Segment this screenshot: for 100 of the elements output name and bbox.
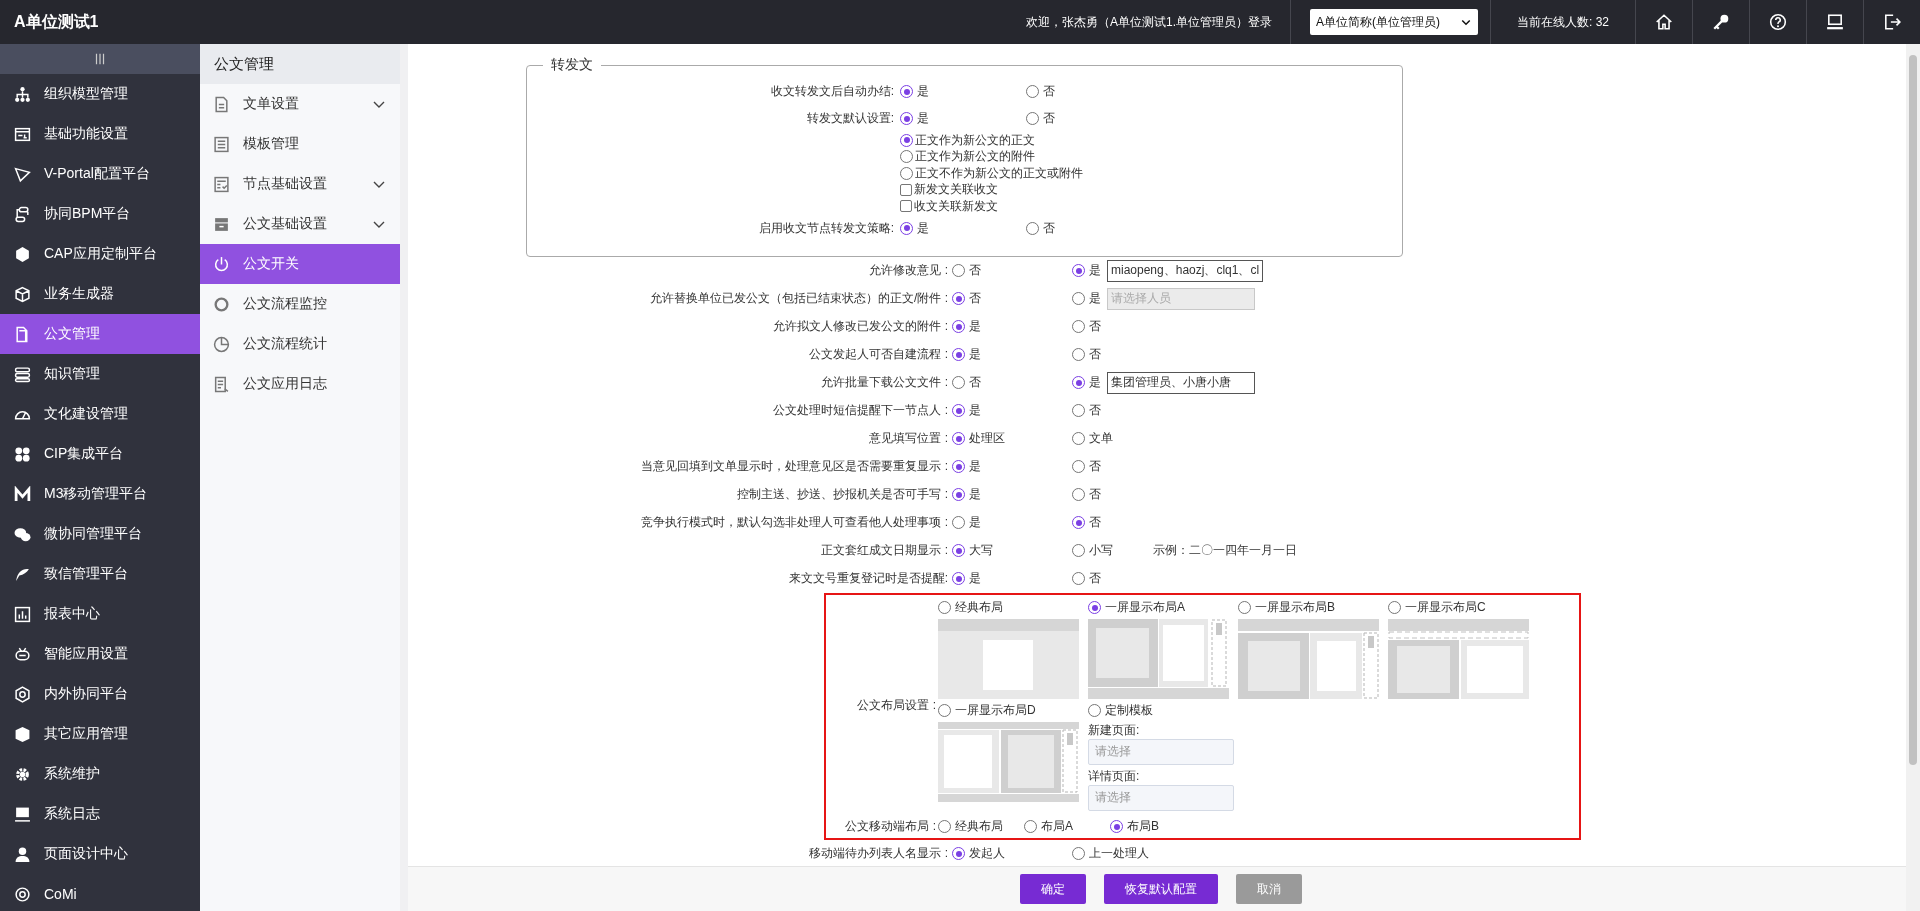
action-button[interactable]: 恢复默认配置 bbox=[1104, 874, 1218, 904]
radio-button[interactable] bbox=[1088, 601, 1101, 614]
radio-label: 一屏显示布局B bbox=[1255, 599, 1335, 616]
setting-label: 意见填写位置 : bbox=[868, 430, 948, 447]
sidebar-item[interactable]: CoMi bbox=[0, 874, 200, 911]
radio-button[interactable] bbox=[952, 572, 965, 585]
radio-button[interactable] bbox=[1072, 292, 1085, 305]
radio-button[interactable] bbox=[952, 348, 965, 361]
sidebar-item[interactable]: 其它应用管理 bbox=[0, 714, 200, 754]
radio-button[interactable] bbox=[938, 820, 951, 833]
sidebar-item[interactable]: 微协同管理平台 bbox=[0, 514, 200, 554]
radio-button[interactable] bbox=[1072, 488, 1085, 501]
radio-button[interactable] bbox=[1088, 704, 1101, 717]
people-field[interactable]: miaopeng、haozj、clq1、cl bbox=[1107, 259, 1264, 282]
sidebar-item[interactable]: CIP集成平台 bbox=[0, 434, 200, 474]
sidebar-item[interactable]: 智能应用设置 bbox=[0, 634, 200, 674]
field-label: 新建页面: bbox=[1088, 721, 1141, 739]
sidebar-item[interactable]: 页面设计中心 bbox=[0, 834, 200, 874]
submenu-item[interactable]: 模板管理 bbox=[200, 124, 400, 164]
sidebar-item[interactable]: 知识管理 bbox=[0, 354, 200, 394]
sidebar-item[interactable]: M3移动管理平台 bbox=[0, 474, 200, 514]
radio-button[interactable] bbox=[1072, 404, 1085, 417]
radio-button[interactable] bbox=[900, 112, 913, 125]
collapse-handle[interactable] bbox=[0, 44, 200, 74]
radio-label: 经典布局 bbox=[955, 599, 1003, 616]
radio-button[interactable] bbox=[938, 601, 951, 614]
sidebar-item[interactable]: 致信管理平台 bbox=[0, 554, 200, 594]
radio-button[interactable] bbox=[900, 133, 913, 147]
radio-button[interactable] bbox=[1072, 320, 1085, 333]
radio-button[interactable] bbox=[1072, 460, 1085, 473]
sidebar-item[interactable]: 基础功能设置 bbox=[0, 114, 200, 154]
submenu-item[interactable]: 节点基础设置 bbox=[200, 164, 400, 204]
home-icon[interactable] bbox=[1655, 13, 1673, 31]
people-field[interactable]: 集团管理员、小唐小唐 bbox=[1107, 371, 1255, 394]
radio-button[interactable] bbox=[952, 432, 965, 445]
radio-button[interactable] bbox=[1110, 820, 1123, 833]
sidebar-item[interactable]: 组织模型管理 bbox=[0, 74, 200, 114]
sidebar-item[interactable]: 公文管理 bbox=[0, 314, 200, 354]
radio-button[interactable] bbox=[900, 166, 913, 180]
radio-button[interactable] bbox=[1072, 516, 1085, 529]
monitor-icon[interactable] bbox=[1826, 13, 1844, 31]
radio-button[interactable] bbox=[900, 221, 913, 235]
radio-button[interactable] bbox=[952, 544, 965, 557]
setting-label: 公文处理时短信提醒下一节点人 : bbox=[772, 402, 948, 419]
radio-button[interactable] bbox=[1072, 544, 1085, 557]
radio-button[interactable] bbox=[1388, 601, 1401, 614]
radio-button[interactable] bbox=[1072, 847, 1085, 860]
sidebar-item[interactable]: 内外协同平台 bbox=[0, 674, 200, 714]
radio-button[interactable] bbox=[952, 264, 965, 277]
radio-button[interactable] bbox=[952, 404, 965, 417]
help-icon[interactable] bbox=[1769, 13, 1787, 31]
submenu-item[interactable]: 公文应用日志 bbox=[200, 364, 400, 404]
radio-button[interactable] bbox=[1072, 572, 1085, 585]
radio-button[interactable] bbox=[900, 150, 913, 164]
radio-button[interactable] bbox=[952, 320, 965, 333]
unit-select[interactable]: A单位简称(单位管理员) bbox=[1310, 9, 1478, 35]
sidebar-item[interactable]: 系统日志 bbox=[0, 794, 200, 834]
radio-button[interactable] bbox=[1026, 221, 1039, 235]
radio-button[interactable] bbox=[1026, 85, 1039, 98]
sidebar-item[interactable]: 系统维护 bbox=[0, 754, 200, 794]
scrollbar-thumb[interactable] bbox=[1909, 55, 1917, 765]
radio-button[interactable] bbox=[1072, 376, 1085, 389]
radio-button[interactable] bbox=[938, 704, 951, 717]
flow-icon bbox=[14, 205, 31, 223]
submenu-item[interactable]: 公文流程统计 bbox=[200, 324, 400, 364]
radio-button[interactable] bbox=[1072, 348, 1085, 361]
sidebar-item[interactable]: 报表中心 bbox=[0, 594, 200, 634]
option-label: 收文关联新发文 bbox=[914, 197, 998, 215]
sidebar-item[interactable]: CAP应用定制平台 bbox=[0, 234, 200, 274]
radio-button[interactable] bbox=[1072, 432, 1085, 445]
option-label: 新发文关联收文 bbox=[914, 181, 998, 199]
checkbox[interactable] bbox=[900, 200, 912, 213]
setting-label: 正文套红成文日期显示 : bbox=[820, 542, 948, 559]
radio-button[interactable] bbox=[952, 460, 965, 473]
key-icon[interactable] bbox=[1712, 13, 1730, 31]
submenu-item[interactable]: 公文流程监控 bbox=[200, 284, 400, 324]
option-label: 正文作为新公文的附件 bbox=[915, 148, 1035, 166]
radio-button[interactable] bbox=[952, 376, 965, 389]
sidebar-item[interactable]: V-Portal配置平台 bbox=[0, 154, 200, 194]
option-label: 正文不作为新公文的正文或附件 bbox=[915, 164, 1083, 182]
radio-button[interactable] bbox=[1026, 112, 1039, 125]
sidebar-item[interactable]: 协同BPM平台 bbox=[0, 194, 200, 234]
checkbox[interactable] bbox=[900, 183, 912, 196]
submenu-item[interactable]: 公文基础设置 bbox=[200, 204, 400, 244]
radio-label: 是 bbox=[1089, 262, 1101, 279]
radio-button[interactable] bbox=[952, 488, 965, 501]
radio-button[interactable] bbox=[1024, 820, 1037, 833]
submenu-item[interactable]: 文单设置 bbox=[200, 84, 400, 124]
radio-button[interactable] bbox=[1238, 601, 1251, 614]
radio-button[interactable] bbox=[952, 516, 965, 529]
submenu-item[interactable]: 公文开关 bbox=[200, 244, 400, 284]
scrollbar[interactable] bbox=[1906, 44, 1920, 911]
logout-icon[interactable] bbox=[1883, 13, 1901, 31]
radio-button[interactable] bbox=[952, 847, 965, 860]
radio-button[interactable] bbox=[1072, 264, 1085, 277]
sidebar-item[interactable]: 业务生成器 bbox=[0, 274, 200, 314]
radio-button[interactable] bbox=[900, 85, 913, 98]
action-button[interactable]: 确定 bbox=[1020, 874, 1086, 904]
radio-button[interactable] bbox=[952, 292, 965, 305]
sidebar-item[interactable]: 文化建设管理 bbox=[0, 394, 200, 434]
